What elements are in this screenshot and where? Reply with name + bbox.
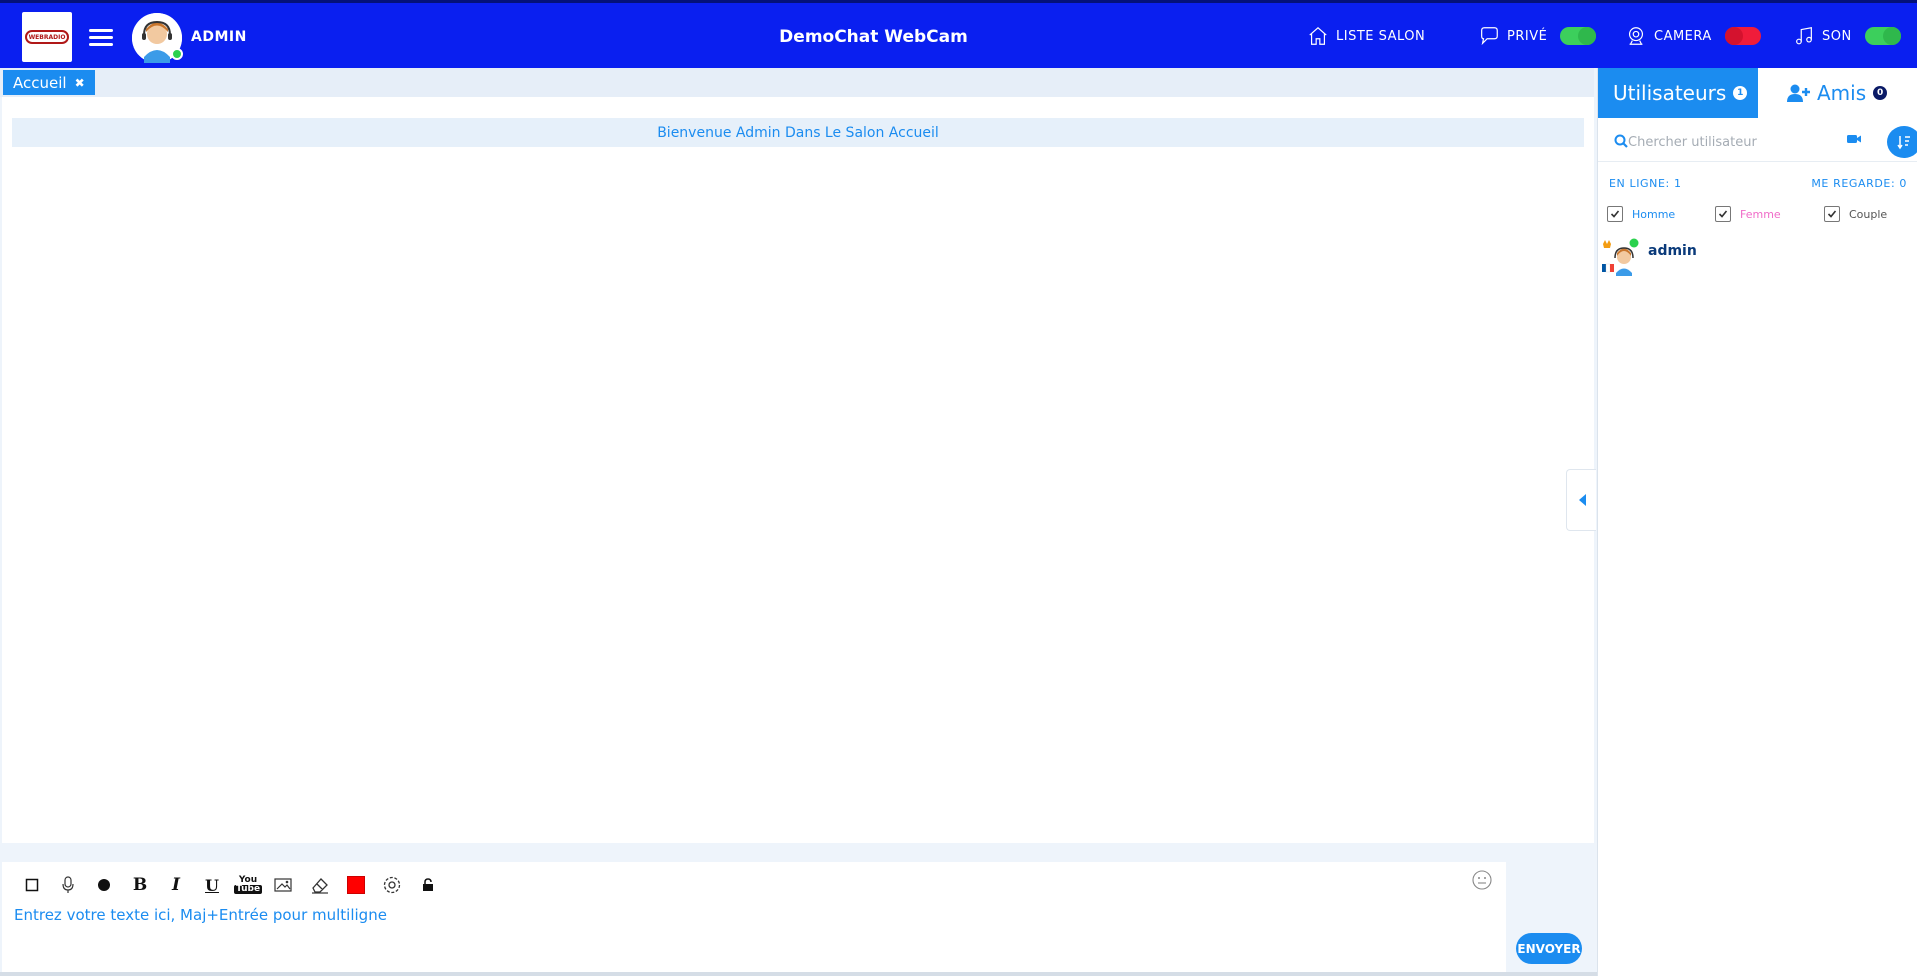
eraser-icon[interactable]: [302, 872, 338, 898]
camera-control: CAMERA: [1625, 25, 1761, 47]
tab-users[interactable]: Utilisateurs 1: [1598, 68, 1758, 118]
filter-couple[interactable]: Couple: [1824, 206, 1887, 222]
checkbox-couple[interactable]: [1824, 206, 1840, 222]
private-chat-control: PRIVÉ: [1478, 25, 1597, 47]
home-icon: [1309, 26, 1327, 45]
chat-messages-area: Bienvenue Admin Dans Le Salon Accueil: [2, 97, 1594, 843]
user-search-input[interactable]: [1628, 130, 1828, 154]
message-composer: B I U You Tube Entrez votre texte ici, M…: [2, 862, 1506, 972]
user-name: admin: [1648, 243, 1697, 259]
emoji-icon[interactable]: [1472, 870, 1492, 890]
check-icon: [1718, 210, 1728, 218]
check-icon: [1610, 210, 1620, 218]
friends-tab-label: Amis: [1817, 81, 1867, 105]
youtube-bottom: Tube: [233, 884, 263, 894]
tab-accueil[interactable]: Accueil ✖: [3, 70, 95, 95]
square-icon[interactable]: [14, 872, 50, 898]
sound-label: SON: [1822, 28, 1852, 44]
filter-homme[interactable]: Homme: [1607, 206, 1675, 222]
tab-label: Accueil: [13, 73, 67, 92]
circle-icon[interactable]: [86, 872, 122, 898]
video-camera-icon[interactable]: [1846, 133, 1862, 145]
music-note-icon: [1796, 27, 1812, 45]
room-list-button[interactable]: LISTE SALON: [1307, 25, 1425, 47]
message-input[interactable]: Entrez votre texte ici, Maj+Entrée pour …: [14, 906, 387, 924]
checkbox-homme[interactable]: [1607, 206, 1623, 222]
sort-button[interactable]: [1887, 126, 1917, 158]
image-icon[interactable]: [266, 872, 302, 898]
color-swatch[interactable]: [338, 872, 374, 898]
caret-left-icon: [1578, 494, 1586, 506]
online-status-dot: [171, 48, 183, 60]
tab-friends[interactable]: Amis 0: [1758, 68, 1917, 118]
camera-toggle[interactable]: [1724, 27, 1761, 45]
formatting-toolbar: B I U You Tube: [14, 872, 446, 898]
sort-icon: [1897, 136, 1910, 150]
settings-icon[interactable]: [374, 872, 410, 898]
watching-count: ME REGARDE: 0: [1811, 177, 1907, 190]
filter-homme-label: Homme: [1632, 207, 1676, 221]
italic-icon[interactable]: I: [158, 872, 194, 898]
friends-count-badge: 0: [1873, 86, 1888, 100]
camera-label: CAMERA: [1654, 28, 1712, 44]
welcome-message: Bienvenue Admin Dans Le Salon Accueil: [12, 118, 1584, 147]
check-icon: [1827, 210, 1837, 218]
top-header: WEBRADIO ADMIN DemoChat WebCam LISTE SAL…: [0, 0, 1917, 68]
users-panel: Utilisateurs 1 Amis 0 EN LIGNE: 1 ME REG…: [1597, 68, 1917, 976]
online-count: EN LIGNE: 1: [1609, 177, 1682, 190]
checkbox-femme[interactable]: [1715, 206, 1731, 222]
user-list-item[interactable]: admin: [1598, 236, 1917, 276]
filter-couple-label: Couple: [1849, 207, 1888, 221]
youtube-icon[interactable]: You Tube: [230, 872, 266, 898]
add-friend-icon: [1787, 84, 1810, 102]
filter-femme-label: Femme: [1740, 207, 1781, 221]
room-list-label: LISTE SALON: [1336, 28, 1426, 44]
lock-icon[interactable]: [410, 872, 446, 898]
private-label: PRIVÉ: [1507, 28, 1548, 44]
sound-toggle[interactable]: [1864, 27, 1901, 45]
bold-icon[interactable]: B: [122, 872, 158, 898]
search-icon: [1614, 134, 1628, 148]
chat-bubble-icon: [1481, 27, 1498, 46]
room-tab-bar: Accueil ✖: [0, 68, 1594, 97]
send-button[interactable]: ENVOYER: [1516, 933, 1582, 964]
users-tab-label: Utilisateurs: [1613, 81, 1727, 105]
microphone-icon[interactable]: [50, 872, 86, 898]
users-count-badge: 1: [1733, 86, 1748, 100]
close-tab-icon[interactable]: ✖: [75, 76, 85, 90]
sound-control: SON: [1793, 25, 1901, 47]
collapse-panel-button[interactable]: [1566, 469, 1596, 531]
private-toggle[interactable]: [1560, 27, 1597, 45]
underline-icon[interactable]: U: [194, 872, 230, 898]
bottom-strip: [0, 972, 1597, 976]
webcam-icon: [1628, 27, 1644, 45]
user-search-bar: [1598, 122, 1917, 162]
filter-femme[interactable]: Femme: [1715, 206, 1781, 222]
user-avatar-small: [1602, 238, 1639, 276]
